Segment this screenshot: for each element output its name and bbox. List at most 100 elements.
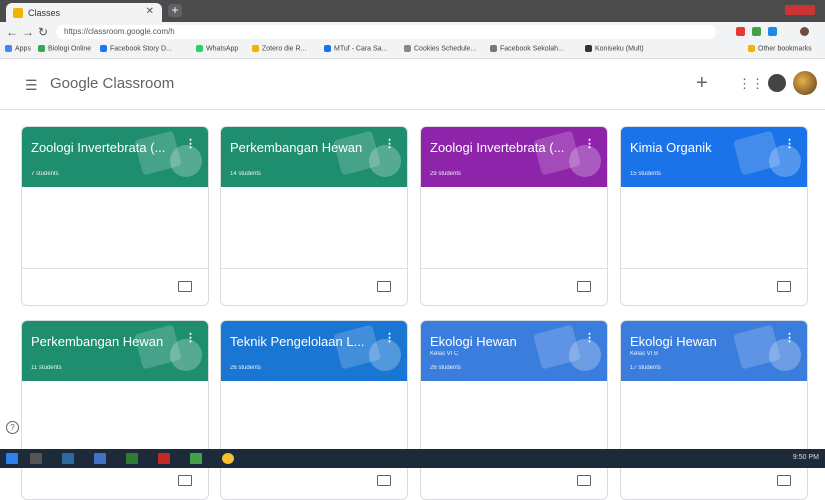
more-options-icon[interactable]: ⋮ (185, 331, 196, 344)
class-title[interactable]: Zoologi Invertebrata (... (31, 140, 165, 155)
bookmark-item[interactable]: WhatsApp (196, 45, 238, 52)
start-icon[interactable] (6, 453, 18, 464)
taskbar-app-icon[interactable] (190, 453, 202, 464)
class-title[interactable]: Kimia Organik (630, 140, 712, 155)
taskbar-app-icon[interactable] (94, 453, 106, 464)
taskbar-app-icon[interactable] (158, 453, 170, 464)
folder-icon[interactable] (377, 475, 391, 486)
bookmark-icon (5, 45, 12, 52)
class-card-header[interactable]: Kimia Organik 15 students ⋮ (621, 127, 807, 187)
class-card-footer (421, 268, 607, 305)
class-card-body (621, 187, 807, 268)
avatar[interactable] (793, 71, 817, 95)
class-card-header[interactable]: Teknik Pengelolaan L... 26 students ⋮ (221, 321, 407, 381)
forward-icon[interactable]: → (22, 25, 34, 39)
reload-icon[interactable]: ↻ (38, 25, 48, 39)
class-card-body (221, 187, 407, 268)
more-options-icon[interactable]: ⋮ (384, 137, 395, 150)
create-join-class-button[interactable]: + (696, 72, 708, 95)
student-count: 29 students (430, 171, 462, 177)
bookmark-icon (404, 45, 411, 52)
student-count: 26 students (430, 365, 462, 371)
address-bar-row: ← → ↻ https://classroom.google.com/h (0, 22, 825, 42)
hamburger-menu-icon[interactable]: ☰ (25, 77, 38, 94)
class-card-header[interactable]: Perkembangan Hewan 11 students ⋮ (22, 321, 208, 381)
class-card-header[interactable]: Zoologi Invertebrata (... 7 students ⋮ (22, 127, 208, 187)
class-card[interactable]: Zoologi Invertebrata (... 29 students ⋮ (420, 126, 608, 306)
class-card-header[interactable]: Ekologi Hewan Kelas VI C 26 students ⋮ (421, 321, 607, 381)
back-icon[interactable]: ← (6, 25, 18, 39)
bookmark-icon (490, 45, 497, 52)
account-circle-icon[interactable] (768, 74, 786, 92)
class-title[interactable]: Teknik Pengelolaan L... (230, 334, 364, 349)
bookmark-item[interactable]: Cookies Schedule... (404, 45, 476, 52)
profile-icon[interactable] (800, 27, 809, 36)
bookmark-item[interactable]: Zotero die R... (252, 45, 306, 52)
class-card-header[interactable]: Zoologi Invertebrata (... 29 students ⋮ (421, 127, 607, 187)
more-options-icon[interactable]: ⋮ (185, 137, 196, 150)
student-count: 17 students (630, 365, 662, 371)
folder-icon[interactable] (377, 281, 391, 292)
bookmark-item[interactable]: MTuf - Cara Sa... (324, 45, 387, 52)
bookmark-item[interactable]: Koniseku (Mult) (585, 45, 644, 52)
bookmark-item[interactable]: Apps (5, 45, 31, 52)
class-card-body (421, 187, 607, 268)
more-options-icon[interactable]: ⋮ (384, 331, 395, 344)
class-card[interactable]: Zoologi Invertebrata (... 7 students ⋮ (21, 126, 209, 306)
extension-icon[interactable] (768, 27, 777, 36)
window-controls[interactable] (785, 5, 815, 15)
bookmark-icon (585, 45, 592, 52)
extension-icon[interactable] (736, 27, 745, 36)
folder-icon[interactable] (178, 475, 192, 486)
close-tab-icon[interactable]: ✕ (146, 6, 154, 17)
class-card[interactable]: Ekologi Hewan Kelas VI B 17 students ⋮ (620, 320, 808, 500)
help-icon[interactable]: ? (6, 421, 19, 434)
folder-icon[interactable] (577, 475, 591, 486)
browser-tab[interactable]: Classes ✕ (6, 3, 162, 22)
class-card[interactable]: Kimia Organik 15 students ⋮ (620, 126, 808, 306)
student-count: 15 students (630, 171, 662, 177)
more-options-icon[interactable]: ⋮ (584, 331, 595, 344)
url-input[interactable]: https://classroom.google.com/h (56, 25, 716, 39)
app-title[interactable]: Google Classroom (50, 75, 174, 92)
class-card-header[interactable]: Perkembangan Hewan 14 students ⋮ (221, 127, 407, 187)
bookmark-item[interactable]: Biologi Online (38, 45, 91, 52)
class-title[interactable]: Zoologi Invertebrata (... (430, 140, 564, 155)
taskbar-clock: 9:50 PM (792, 454, 819, 461)
class-card[interactable]: Ekologi Hewan Kelas VI C 26 students ⋮ (420, 320, 608, 500)
bookmark-item[interactable]: Facebook Sekolah... (490, 45, 564, 52)
classroom-favicon-icon (13, 7, 23, 18)
bookmark-item[interactable]: Facebook Story D... (100, 45, 172, 52)
more-options-icon[interactable]: ⋮ (584, 137, 595, 150)
search-icon[interactable] (30, 453, 42, 464)
bookmark-icon (196, 45, 203, 52)
bookmark-item[interactable]: Other bookmarks (748, 45, 812, 52)
extension-icon[interactable] (752, 27, 761, 36)
class-section: Kelas VI B (630, 351, 659, 357)
class-title[interactable]: Perkembangan Hewan (230, 140, 362, 155)
new-tab-button[interactable]: + (168, 4, 182, 17)
folder-icon[interactable] (577, 281, 591, 292)
folder-icon[interactable] (178, 281, 192, 292)
student-count: 7 students (31, 171, 59, 177)
class-card-body (22, 187, 208, 268)
class-card-header[interactable]: Ekologi Hewan Kelas VI B 17 students ⋮ (621, 321, 807, 381)
browser-tabstrip: Classes ✕ + (0, 0, 825, 22)
taskbar-app-icon[interactable] (62, 453, 74, 464)
taskbar-app-icon[interactable] (126, 453, 138, 464)
bookmarks-bar: Apps Biologi Online Facebook Story D... … (0, 42, 825, 59)
class-title[interactable]: Ekologi Hewan (430, 334, 517, 349)
more-options-icon[interactable]: ⋮ (784, 331, 795, 344)
folder-icon[interactable] (777, 475, 791, 486)
class-card[interactable]: Perkembangan Hewan 11 students ⋮ (21, 320, 209, 500)
class-card[interactable]: Perkembangan Hewan 14 students ⋮ (220, 126, 408, 306)
class-card[interactable]: Teknik Pengelolaan L... 26 students ⋮ (220, 320, 408, 500)
bookmark-icon (324, 45, 331, 52)
bookmark-icon (252, 45, 259, 52)
class-title[interactable]: Ekologi Hewan (630, 334, 717, 349)
class-card-footer (621, 268, 807, 305)
more-options-icon[interactable]: ⋮ (784, 137, 795, 150)
class-title[interactable]: Perkembangan Hewan (31, 334, 163, 349)
chrome-icon[interactable] (222, 453, 234, 464)
folder-icon[interactable] (777, 281, 791, 292)
